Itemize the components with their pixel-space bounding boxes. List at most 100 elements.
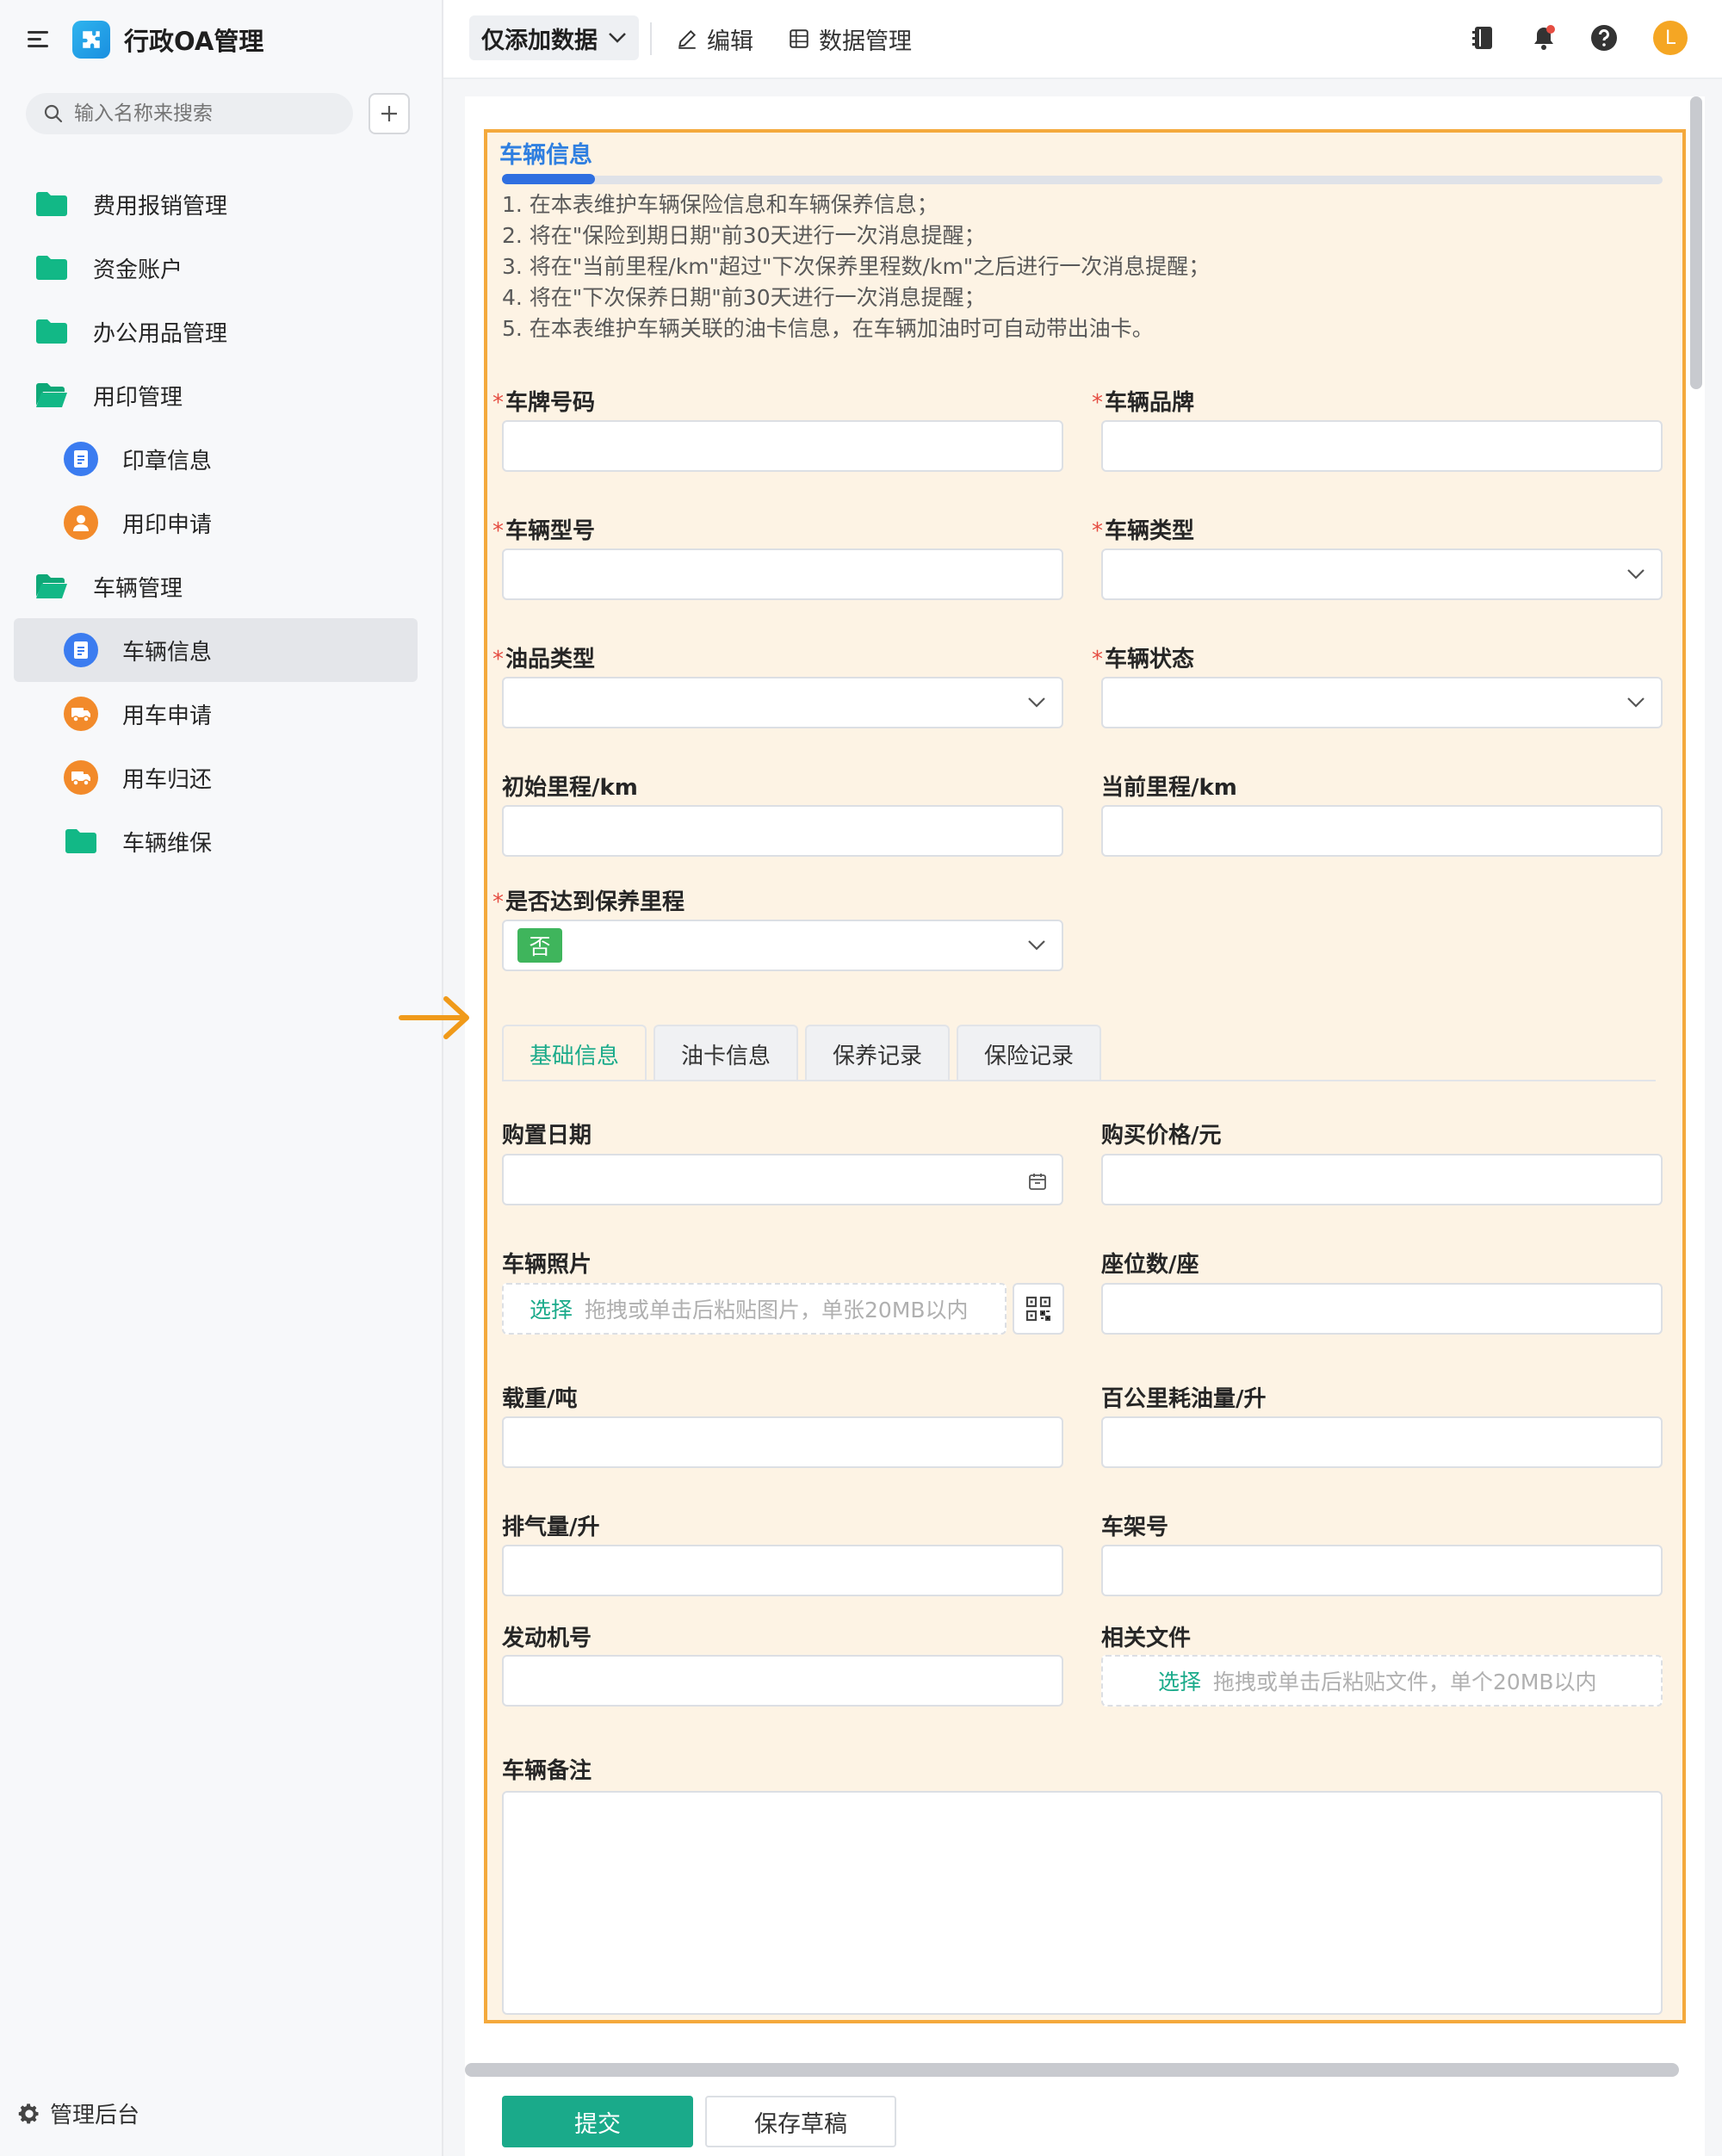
search-box xyxy=(26,93,353,134)
fuel-select[interactable] xyxy=(502,677,1063,728)
pencil-icon xyxy=(678,29,697,49)
sidebar-item-vehicle-apply[interactable]: 用车申请 xyxy=(0,682,443,746)
load-input[interactable] xyxy=(502,1416,1063,1468)
file-upload-pick[interactable]: 选择 xyxy=(1158,1665,1201,1696)
admin-link[interactable]: 管理后台 xyxy=(17,2097,139,2129)
seats-input[interactable] xyxy=(1101,1283,1663,1335)
note-line: 4. 将在"下次保养日期"前30天进行一次消息提醒； xyxy=(502,285,986,310)
chevron-down-icon xyxy=(1627,569,1645,579)
section-title: 车辆信息 xyxy=(499,142,592,169)
sidebar-item-office-supplies[interactable]: 办公用品管理 xyxy=(0,300,443,363)
menu-toggle-icon[interactable] xyxy=(28,30,52,49)
toolbar-divider xyxy=(650,22,652,55)
model-input[interactable] xyxy=(502,548,1063,600)
sidebar-item-label: 印章信息 xyxy=(122,448,213,474)
save-draft-button[interactable]: 保存草稿 xyxy=(705,2096,896,2147)
table-icon xyxy=(790,29,808,48)
sidebar-item-vehicle-management[interactable]: 车辆管理 xyxy=(0,554,443,618)
type-label: 车辆类型 xyxy=(1092,513,1194,545)
tab-insurance-record[interactable]: 保险记录 xyxy=(957,1025,1102,1081)
vin-input[interactable] xyxy=(1101,1545,1663,1596)
truck-icon xyxy=(64,697,98,731)
file-upload-hint: 拖拽或单击后粘贴文件，单个20MB以内 xyxy=(1213,1670,1597,1694)
app-header: 行政OA管理 xyxy=(28,17,263,62)
avatar[interactable]: L xyxy=(1653,21,1688,55)
search-icon xyxy=(44,104,63,123)
sidebar-item-expense[interactable]: 费用报销管理 xyxy=(0,172,443,236)
view-select[interactable]: 仅添加数据 xyxy=(469,15,639,60)
admin-label: 管理后台 xyxy=(50,2103,140,2128)
plus-icon xyxy=(381,106,397,121)
notebook-icon[interactable] xyxy=(1468,22,1499,53)
tab-maintenance-record[interactable]: 保养记录 xyxy=(805,1025,951,1081)
model-label: 车辆型号 xyxy=(492,513,595,545)
qr-code-button[interactable] xyxy=(1013,1283,1064,1335)
status-select[interactable] xyxy=(1101,677,1663,728)
folder-open-icon xyxy=(34,569,69,604)
sidebar-item-seal-info[interactable]: 印章信息 xyxy=(0,427,443,491)
type-select[interactable] xyxy=(1101,548,1663,600)
photo-upload-pick[interactable]: 选择 xyxy=(530,1293,573,1324)
arrow-right-icon xyxy=(399,996,469,1039)
tab-basic-info[interactable]: 基础信息 xyxy=(502,1025,647,1081)
engine-input[interactable] xyxy=(502,1655,1063,1707)
form-notes: 1. 在本表维护车辆保险信息和车辆保养信息； 2. 将在"保险到期日期"前30天… xyxy=(502,189,1210,344)
sidebar-item-label: 车辆信息 xyxy=(122,639,213,666)
sidebar-item-funds[interactable]: 资金账户 xyxy=(0,236,443,300)
sidebar-item-vehicle-return[interactable]: 用车归还 xyxy=(0,746,443,809)
files-label: 相关文件 xyxy=(1101,1626,1192,1651)
file-upload[interactable]: 选择 拖拽或单击后粘贴文件，单个20MB以内 xyxy=(1101,1655,1663,1707)
consumption-input[interactable] xyxy=(1101,1416,1663,1468)
folder-open-icon xyxy=(34,378,69,412)
submit-button[interactable]: 提交 xyxy=(502,2096,693,2147)
photo-upload[interactable]: 选择 拖拽或单击后粘贴图片，单张20MB以内 xyxy=(502,1283,1007,1335)
add-button[interactable] xyxy=(369,93,410,134)
avatar-letter: L xyxy=(1664,27,1676,49)
init-mileage-label: 初始里程/km xyxy=(502,775,638,801)
data-manage-button[interactable]: 数据管理 xyxy=(788,21,912,57)
purchase-date-input[interactable] xyxy=(502,1154,1063,1205)
bell-icon[interactable] xyxy=(1528,22,1559,53)
search-input[interactable] xyxy=(74,102,332,125)
sidebar-item-label: 办公用品管理 xyxy=(93,320,228,347)
sidebar-item-label: 用印申请 xyxy=(122,511,213,538)
reached-select[interactable]: 否 xyxy=(502,920,1063,971)
photo-label: 车辆照片 xyxy=(502,1252,592,1278)
plate-input[interactable] xyxy=(502,420,1063,472)
chevron-down-icon xyxy=(609,33,626,43)
displacement-label: 排气量/升 xyxy=(502,1515,600,1540)
engine-label: 发动机号 xyxy=(502,1626,592,1651)
app-logo-icon xyxy=(72,21,110,59)
sidebar-item-seal-management[interactable]: 用印管理 xyxy=(0,363,443,427)
brand-input[interactable] xyxy=(1101,420,1663,472)
tab-underline xyxy=(502,1080,1656,1081)
sidebar-item-label: 用车归还 xyxy=(122,766,213,793)
sidebar-item-seal-apply[interactable]: 用印申请 xyxy=(0,491,443,554)
reached-value-tag: 否 xyxy=(517,928,562,963)
init-mileage-input[interactable] xyxy=(502,805,1063,857)
folder-icon xyxy=(64,824,98,858)
load-label: 载重/吨 xyxy=(502,1386,578,1412)
gear-icon xyxy=(18,2103,39,2123)
vertical-scrollbar[interactable] xyxy=(1690,96,1702,389)
sidebar-item-label: 车辆管理 xyxy=(93,575,183,602)
sidebar-item-vehicle-info[interactable]: 车辆信息 xyxy=(14,618,418,682)
photo-upload-hint: 拖拽或单击后粘贴图片，单张20MB以内 xyxy=(585,1298,969,1323)
chevron-down-icon xyxy=(1028,697,1045,708)
purchase-date-label: 购置日期 xyxy=(502,1123,592,1149)
remark-textarea[interactable] xyxy=(502,1791,1663,2015)
note-line: 5. 在本表维护车辆关联的油卡信息，在车辆加油时可自动带出油卡。 xyxy=(502,316,1154,341)
displacement-input[interactable] xyxy=(502,1545,1063,1596)
folder-icon xyxy=(34,251,69,285)
help-icon[interactable] xyxy=(1589,22,1620,53)
sidebar-item-vehicle-maintenance[interactable]: 车辆维保 xyxy=(0,809,443,873)
cur-mileage-input[interactable] xyxy=(1101,805,1663,857)
note-line: 1. 在本表维护车辆保险信息和车辆保养信息； xyxy=(502,192,938,217)
price-input[interactable] xyxy=(1101,1154,1663,1205)
edit-button[interactable]: 编辑 xyxy=(676,21,753,57)
chevron-down-icon xyxy=(1627,697,1645,708)
app-title: 行政OA管理 xyxy=(124,27,264,56)
horizontal-scrollbar[interactable] xyxy=(465,2063,1679,2077)
cur-mileage-label: 当前里程/km xyxy=(1101,775,1237,801)
tab-oil-card[interactable]: 油卡信息 xyxy=(653,1025,799,1081)
